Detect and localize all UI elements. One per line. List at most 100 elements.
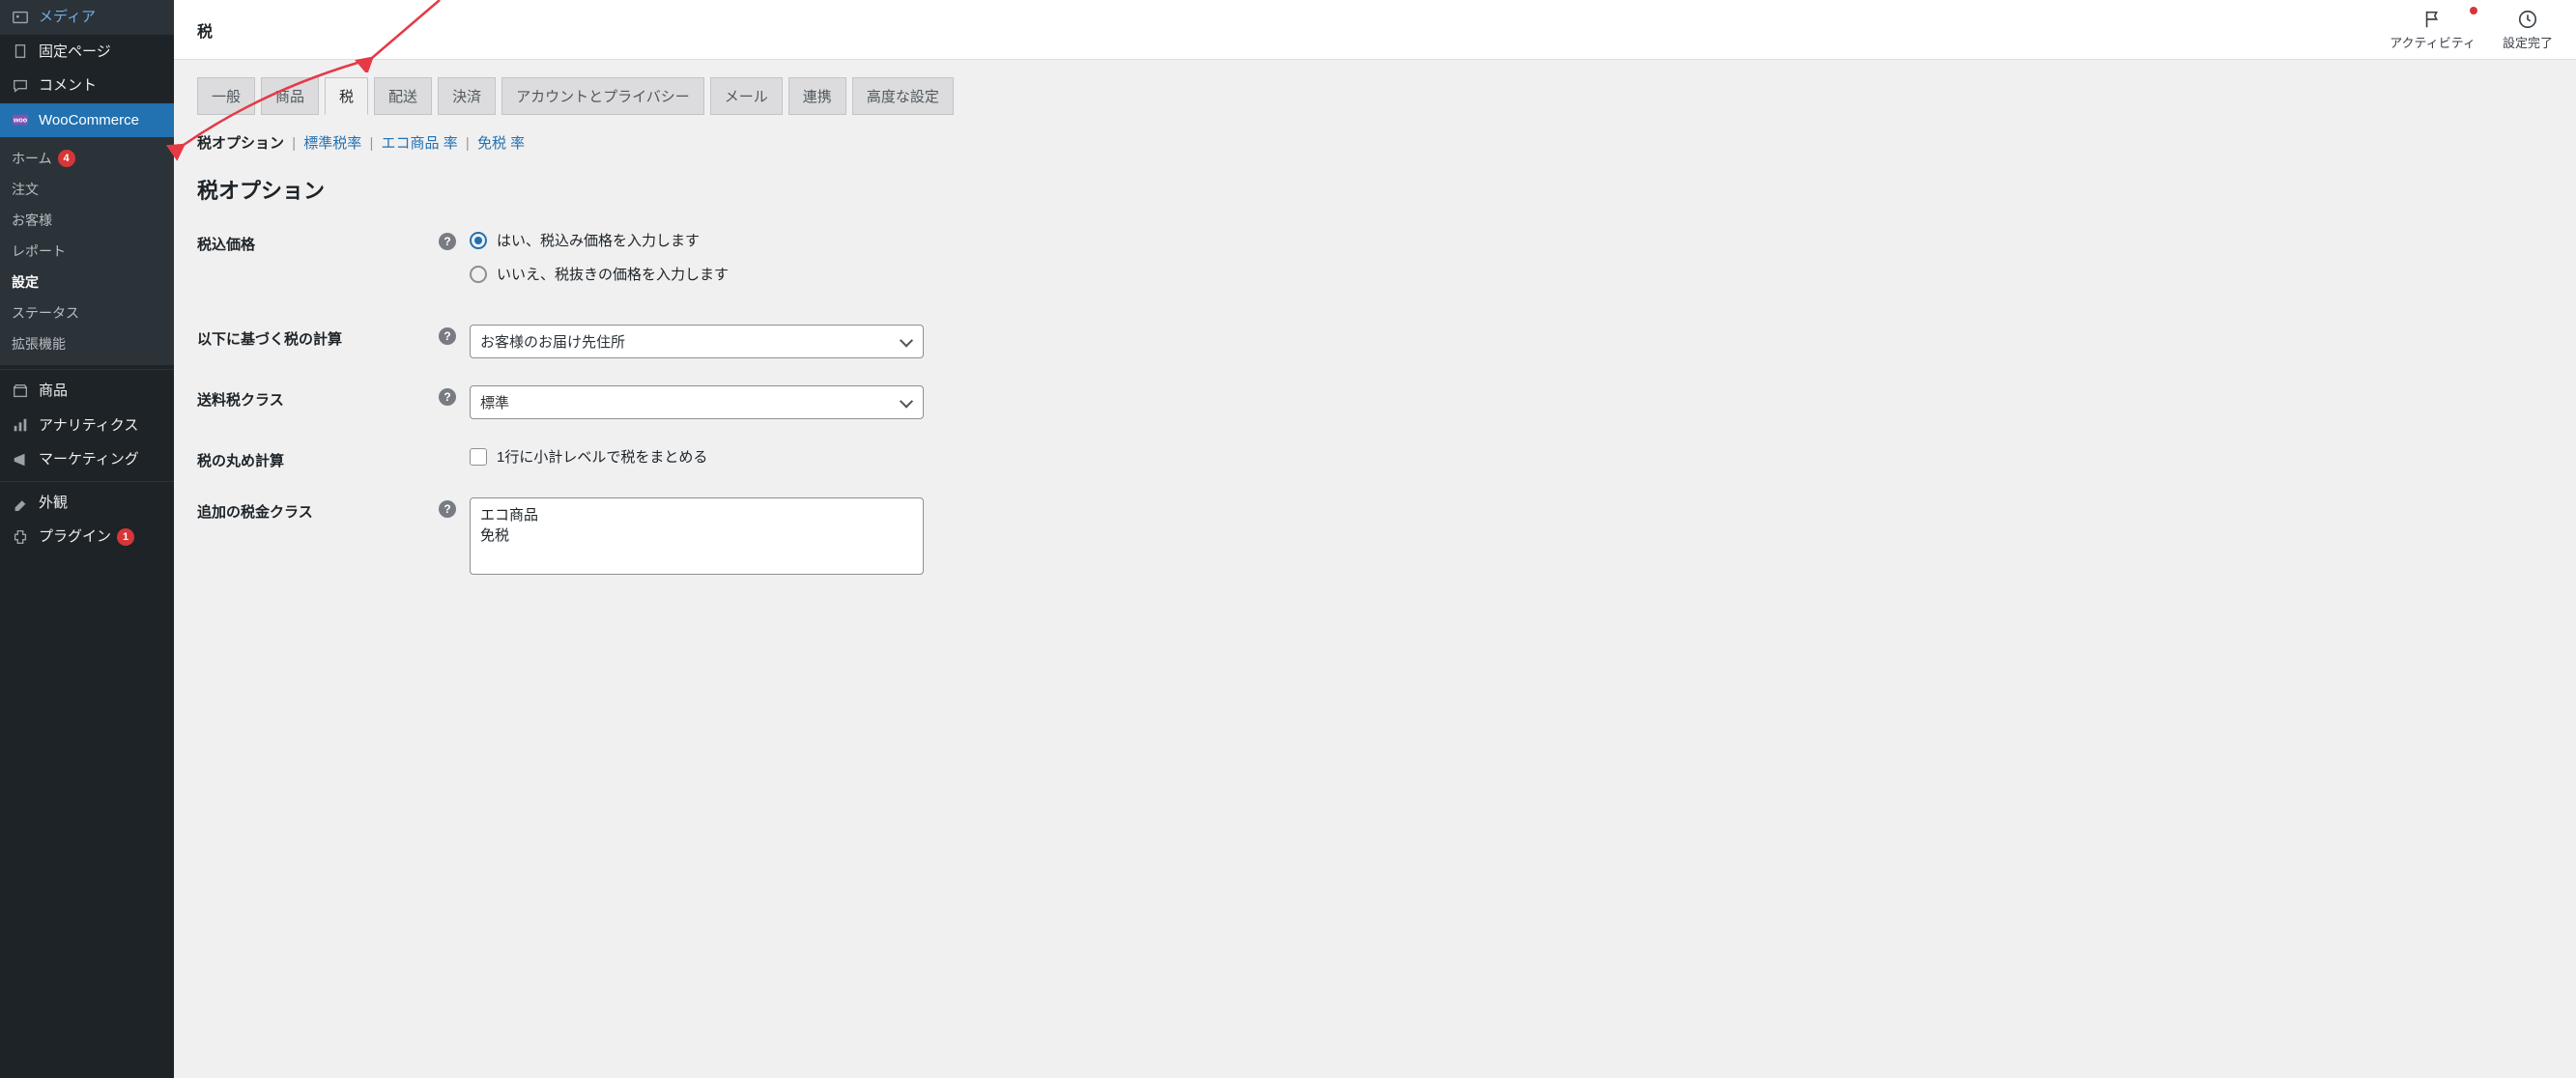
checkbox-label: 1行に小計レベルで税をまとめる: [497, 446, 707, 467]
textarea-additional-classes[interactable]: エコ商品 免税: [470, 497, 924, 575]
tab-integration[interactable]: 連携: [788, 77, 846, 115]
marketing-icon: [10, 451, 31, 468]
tab-emails[interactable]: メール: [710, 77, 783, 115]
sidebar-item-woocommerce[interactable]: woo WooCommerce: [0, 103, 174, 138]
woocommerce-submenu: ホーム 4 注文 お客様 レポート 設定 ステータス 拡張機能: [0, 137, 174, 365]
submenu-label: レポート: [12, 241, 66, 261]
row-prices-entered: 税込価格 ? はい、税込み価格を入力します いいえ、税抜きの価格を入力します: [197, 230, 2553, 298]
sidebar-separator: [0, 369, 174, 370]
admin-sidebar: メディア 固定ページ コメント woo WooCommerce ホーム 4: [0, 0, 174, 1078]
sidebar-label: 外観: [39, 494, 68, 513]
sidebar-item-analytics[interactable]: アナリティクス: [0, 409, 174, 443]
settings-tabs: 一般 商品 税 配送 決済 アカウントとプライバシー メール 連携 高度な設定: [197, 77, 2553, 115]
section-heading: 税オプション: [197, 174, 2553, 205]
field-label: 送料税クラス: [197, 385, 439, 410]
tab-general[interactable]: 一般: [197, 77, 255, 115]
sidebar-item-appearance[interactable]: 外観: [0, 486, 174, 521]
help-icon[interactable]: ?: [439, 388, 456, 406]
submenu-reports[interactable]: レポート: [0, 236, 174, 267]
submenu-label: 拡張機能: [12, 334, 66, 354]
row-additional-classes: 追加の税金クラス ? エコ商品 免税: [197, 497, 2553, 575]
help-icon[interactable]: ?: [439, 327, 456, 345]
submenu-label: ホーム: [12, 149, 52, 168]
sidebar-label: 固定ページ: [39, 43, 111, 62]
tab-accounts[interactable]: アカウントとプライバシー: [501, 77, 704, 115]
submenu-label: 設定: [12, 272, 39, 292]
field-label: 税の丸め計算: [197, 446, 439, 470]
radio-label: いいえ、税抜きの価格を入力します: [497, 264, 729, 284]
subnav-link-standard[interactable]: 標準税率: [303, 135, 361, 152]
tab-shipping[interactable]: 配送: [374, 77, 432, 115]
comment-icon: [10, 77, 31, 95]
submenu-label: お客様: [12, 211, 52, 230]
woocommerce-icon: woo: [10, 111, 31, 128]
sidebar-item-pages[interactable]: 固定ページ: [0, 35, 174, 70]
tax-subnav: 税オプション | 標準税率 | エコ商品 率 | 免税 率: [197, 132, 2553, 153]
analytics-icon: [10, 416, 31, 434]
topbar-action-label: アクティビティ: [2390, 33, 2476, 51]
page-icon: [10, 43, 31, 60]
sidebar-item-products[interactable]: 商品: [0, 374, 174, 409]
field-label: 追加の税金クラス: [197, 497, 439, 522]
select-value: 標準: [480, 392, 509, 412]
checkbox-icon: [470, 448, 487, 466]
submenu-label: 注文: [12, 180, 39, 199]
activity-button[interactable]: アクティビティ: [2390, 9, 2476, 51]
svg-text:woo: woo: [13, 116, 28, 125]
topbar: 税 アクティビティ 設定完了: [174, 0, 2576, 60]
subnav-sep: |: [466, 135, 470, 152]
submenu-orders[interactable]: 注文: [0, 174, 174, 205]
subnav-link-eco[interactable]: エコ商品 率: [382, 135, 458, 152]
submenu-label: ステータス: [12, 303, 79, 323]
submenu-status[interactable]: ステータス: [0, 298, 174, 328]
main-content: 税 アクティビティ 設定完了 一般: [174, 0, 2576, 1078]
radio-prices-yes[interactable]: はい、税込み価格を入力します: [470, 230, 1049, 250]
page-title: 税: [197, 18, 213, 42]
notification-dot: [2470, 7, 2477, 14]
tab-payments[interactable]: 決済: [438, 77, 496, 115]
help-icon[interactable]: ?: [439, 233, 456, 250]
field-label: 以下に基づく税の計算: [197, 325, 439, 349]
flag-icon: [2422, 9, 2444, 33]
subnav-link-exempt[interactable]: 免税 率: [477, 135, 525, 152]
sidebar-item-marketing[interactable]: マーケティング: [0, 442, 174, 477]
submenu-settings[interactable]: 設定: [0, 267, 174, 298]
radio-prices-no[interactable]: いいえ、税抜きの価格を入力します: [470, 264, 1049, 284]
radio-icon: [470, 266, 487, 283]
select-value: お客様のお届け先住所: [480, 331, 625, 352]
notification-badge: 1: [117, 528, 134, 546]
tab-advanced[interactable]: 高度な設定: [852, 77, 954, 115]
tab-tax[interactable]: 税: [325, 77, 368, 115]
sidebar-item-comments[interactable]: コメント: [0, 69, 174, 103]
sidebar-label: メディア: [39, 8, 96, 27]
radio-label: はい、税込み価格を入力します: [497, 230, 700, 250]
subnav-current: 税オプション: [197, 135, 284, 152]
radio-icon: [470, 232, 487, 249]
subnav-sep: |: [369, 135, 373, 152]
submenu-extensions[interactable]: 拡張機能: [0, 328, 174, 359]
help-icon[interactable]: ?: [439, 500, 456, 518]
sidebar-label: WooCommerce: [39, 111, 139, 130]
sidebar-item-media[interactable]: メディア: [0, 0, 174, 35]
field-label: 税込価格: [197, 230, 439, 254]
content-area: 一般 商品 税 配送 決済 アカウントとプライバシー メール 連携 高度な設定 …: [174, 60, 2576, 640]
clock-icon: [2517, 9, 2538, 33]
sidebar-label: 商品: [39, 382, 68, 401]
row-calc-based-on: 以下に基づく税の計算 ? お客様のお届け先住所: [197, 325, 2553, 358]
row-shipping-tax-class: 送料税クラス ? 標準: [197, 385, 2553, 419]
sidebar-label: マーケティング: [39, 450, 139, 469]
sidebar-item-plugins[interactable]: プラグイン 1: [0, 520, 174, 554]
topbar-actions: アクティビティ 設定完了: [2390, 9, 2553, 51]
tab-products[interactable]: 商品: [261, 77, 319, 115]
select-shipping-tax-class[interactable]: 標準: [470, 385, 924, 419]
submenu-home[interactable]: ホーム 4: [0, 143, 174, 174]
submenu-customers[interactable]: お客様: [0, 205, 174, 236]
select-calc-based-on[interactable]: お客様のお届け先住所: [470, 325, 924, 358]
topbar-action-label: 設定完了: [2503, 33, 2553, 51]
appearance-icon: [10, 494, 31, 511]
plugins-icon: [10, 528, 31, 546]
sidebar-separator: [0, 481, 174, 482]
media-icon: [10, 9, 31, 26]
setup-done-button[interactable]: 設定完了: [2503, 9, 2553, 51]
checkbox-rounding[interactable]: 1行に小計レベルで税をまとめる: [470, 446, 1049, 467]
